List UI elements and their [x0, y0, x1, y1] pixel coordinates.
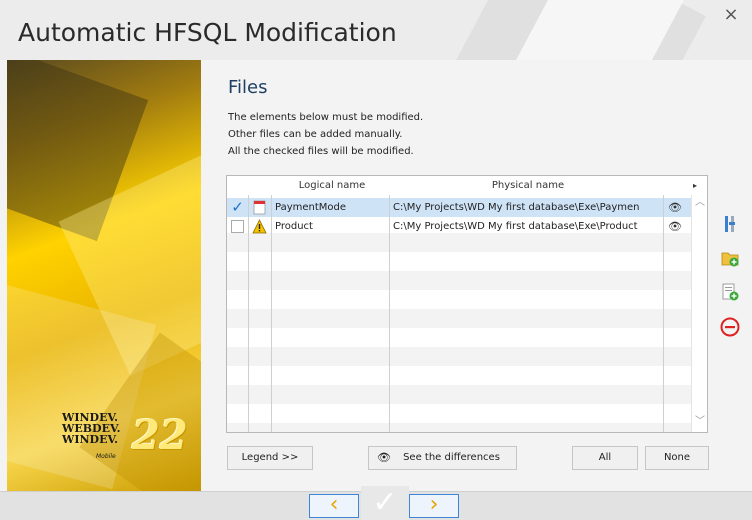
legend-button[interactable]: Legend >>	[227, 446, 313, 470]
finish-button[interactable]: ✓	[361, 486, 409, 520]
row-checkbox[interactable]: ✓	[231, 200, 244, 215]
window-title: Automatic HFSQL Modification	[18, 18, 397, 47]
table-row[interactable]: ✓ PaymentMode C:\My Projects\WD My first…	[227, 198, 691, 217]
close-button[interactable]: ×	[720, 4, 742, 26]
logical-name-cell: PaymentMode	[275, 202, 347, 213]
previous-button[interactable]: ‹	[309, 494, 359, 518]
column-header-logical[interactable]: Logical name	[275, 176, 389, 196]
brand-logo: WINDEV. WEBDEV. WINDEV.	[62, 411, 121, 446]
file-red-icon	[253, 200, 266, 215]
eye-icon[interactable]: 👁	[668, 217, 682, 236]
see-differences-label: See the differences	[403, 452, 500, 463]
physical-name-cell: C:\My Projects\WD My first database\Exe\…	[393, 202, 640, 213]
files-table[interactable]: Logical name Physical name ▸ ✓ PaymentMo…	[226, 175, 708, 433]
description-line: All the checked files will be modified.	[228, 146, 414, 157]
eye-icon[interactable]: 👁	[668, 198, 682, 217]
see-differences-button[interactable]: 👁 See the differences	[368, 446, 517, 470]
remove-icon[interactable]	[719, 316, 741, 338]
scroll-up-button[interactable]: ︿	[692, 195, 707, 211]
next-button[interactable]: ›	[409, 494, 459, 518]
logical-name-cell: Product	[275, 221, 313, 232]
title-bar: Automatic HFSQL Modification ×	[0, 0, 752, 60]
add-file-icon[interactable]	[719, 281, 741, 303]
description-line: The elements below must be modified.	[228, 112, 424, 123]
none-button[interactable]: None	[645, 446, 709, 470]
table-row[interactable]: Product C:\My Projects\WD My first datab…	[227, 217, 691, 236]
table-scrollbar[interactable]: ︿ ﹀	[691, 195, 707, 432]
all-button[interactable]: All	[572, 446, 638, 470]
add-folder-icon[interactable]	[719, 247, 741, 269]
scroll-down-button[interactable]: ﹀	[692, 414, 707, 430]
column-header-physical[interactable]: Physical name	[393, 176, 663, 196]
brand-mobile-label: Mobile	[96, 453, 116, 460]
column-more-arrow[interactable]: ▸	[687, 176, 703, 196]
eye-icon: 👁	[377, 451, 391, 464]
version-badge: 22	[132, 412, 188, 459]
row-checkbox[interactable]	[231, 220, 244, 233]
physical-name-cell: C:\My Projects\WD My first database\Exe\…	[393, 221, 638, 232]
page-title: Files	[228, 77, 268, 98]
insert-column-icon[interactable]	[719, 213, 741, 235]
warning-icon	[252, 219, 267, 234]
description-line: Other files can be added manually.	[228, 129, 403, 140]
